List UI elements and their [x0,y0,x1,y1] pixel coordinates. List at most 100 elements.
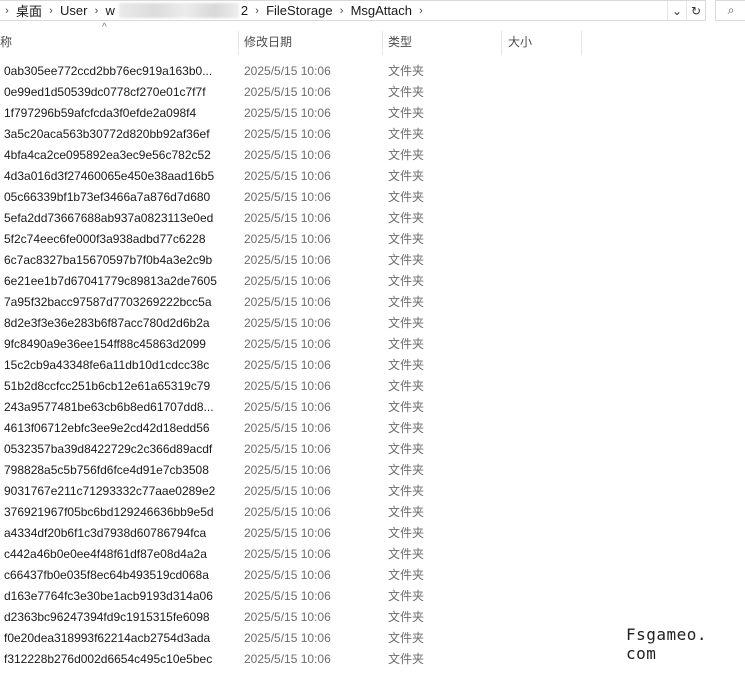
file-modified-date: 2025/5/15 10:06 [244,85,331,99]
column-divider[interactable] [581,31,582,55]
file-row[interactable]: c442a46b0e0ee4f48f61df87e08d4a2a 2025/5/1… [0,544,745,565]
file-modified-date: 2025/5/15 10:06 [244,652,331,666]
file-name: 4bfa4ca2ce095892ea3ec9e56c782c52 [4,148,211,162]
refresh-icon[interactable]: ↻ [686,1,705,20]
file-type: 文件夹 [388,484,425,498]
address-bar[interactable]: › 桌面 › User › w 2 › FileStorage › MsgAtta… [0,0,706,21]
file-name: 4613f06712ebfc3ee9e2cd42d18edd56 [4,421,210,435]
file-name: 243a9577481be63cb6b8ed61707dd8... [4,400,214,414]
column-divider[interactable] [382,31,383,55]
file-name: 5efa2dd73667688ab937a0823113e0ed [4,211,214,225]
file-row[interactable]: 4613f06712ebfc3ee9e2cd42d18edd56 2025/5/1… [0,418,745,439]
file-row[interactable]: 5efa2dd73667688ab937a0823113e0ed 2025/5/1… [0,208,745,229]
file-modified-date: 2025/5/15 10:06 [244,442,331,456]
chevron-right-icon[interactable]: › [250,5,264,17]
file-type: 文件夹 [388,274,425,288]
column-divider[interactable] [501,31,502,55]
file-row[interactable]: 6e21ee1b7d67041779c89813a2de7605 2025/5/1… [0,271,745,292]
file-type: 文件夹 [388,421,425,435]
file-row[interactable]: 9fc8490a9e36ee154ff88c45863d2099 2025/5/1… [0,334,745,355]
file-name: f0e20dea318993f62214acb2754d3ada [4,631,211,645]
file-name: f312228b276d002d6654c495c10e5bec [4,652,213,666]
file-row[interactable]: 376921967f05bc6bd129246636bb9e5d 2025/5/1… [0,502,745,523]
file-name: 798828a5c5b756fd6fce4d91e7cb3508 [4,463,209,477]
file-row[interactable]: 7a95f32bacc97587d7703269222bcc5a 2025/5/1… [0,292,745,313]
file-modified-date: 2025/5/15 10:06 [244,106,331,120]
file-row[interactable]: a4334df20b6f1c3d7938d60786794fca 2025/5/1… [0,523,745,544]
file-type: 文件夹 [388,106,425,120]
file-name: 4d3a016d3f27460065e450e38aad16b5 [4,169,215,183]
file-row[interactable]: 0ab305ee772ccd2bb76ec919a163b0... 2025/5/… [0,61,745,82]
file-type: 文件夹 [388,610,425,624]
chevron-right-icon[interactable]: › [335,5,349,17]
file-type: 文件夹 [388,337,425,351]
file-row[interactable]: 6c7ac8327ba15670597b7f0b4a3e2c9b 2025/5/1… [0,250,745,271]
file-row[interactable]: 9031767e211c71293332c77aae0289e2 2025/5/1… [0,481,745,502]
column-header-size[interactable]: 大小 [504,28,580,56]
file-name: 6e21ee1b7d67041779c89813a2de7605 [4,274,217,288]
file-type: 文件夹 [388,85,425,99]
file-row[interactable]: 4bfa4ca2ce095892ea3ec9e56c782c52 2025/5/1… [0,145,745,166]
column-header-date[interactable]: 修改日期 [240,28,380,56]
file-modified-date: 2025/5/15 10:06 [244,190,331,204]
file-row[interactable]: 8d2e3f3e36e283b6f87acc780d2d6b2a 2025/5/1… [0,313,745,334]
file-row[interactable]: 4d3a016d3f27460065e450e38aad16b5 2025/5/1… [0,166,745,187]
file-row[interactable]: 05c66339bf1b73ef3466a7a876d7d680 2025/5/1… [0,187,745,208]
file-row[interactable]: 5f2c74eec6fe000f3a938adbd77c6228 2025/5/1… [0,229,745,250]
file-type: 文件夹 [388,316,425,330]
column-header-type[interactable]: 类型 [384,28,500,56]
chevron-right-icon[interactable]: › [0,5,14,17]
file-row[interactable]: 1f797296b59afcfcda3f0efde2a098f4 2025/5/1… [0,103,745,124]
file-type: 文件夹 [388,526,425,540]
file-type: 文件夹 [388,211,425,225]
file-type: 文件夹 [388,64,425,78]
file-type: 文件夹 [388,652,425,666]
file-row[interactable]: 3a5c20aca563b30772d820bb92af36ef 2025/5/1… [0,124,745,145]
file-name: 9031767e211c71293332c77aae0289e2 [4,484,216,498]
file-modified-date: 2025/5/15 10:06 [244,547,331,561]
file-name: 1f797296b59afcfcda3f0efde2a098f4 [4,106,197,120]
file-modified-date: 2025/5/15 10:06 [244,505,331,519]
file-name: 05c66339bf1b73ef3466a7a876d7d680 [4,190,211,204]
file-type: 文件夹 [388,295,425,309]
column-header-name[interactable]: 称 [0,28,236,56]
column-divider[interactable] [238,31,239,55]
file-list: 0ab305ee772ccd2bb76ec919a163b0... 2025/5/… [0,61,745,670]
file-modified-date: 2025/5/15 10:06 [244,232,331,246]
breadcrumb-user[interactable]: User [58,3,89,18]
file-row[interactable]: 51b2d8ccfcc251b6cb12e61a65319c79 2025/5/1… [0,376,745,397]
file-row[interactable]: 798828a5c5b756fd6fce4d91e7cb3508 2025/5/1… [0,460,745,481]
breadcrumb-desktop[interactable]: 桌面 [14,1,44,20]
chevron-right-icon[interactable]: › [44,5,58,17]
file-modified-date: 2025/5/15 10:06 [244,316,331,330]
breadcrumb-msgattach[interactable]: MsgAttach [349,3,414,18]
file-name: 6c7ac8327ba15670597b7f0b4a3e2c9b [4,253,213,267]
file-row[interactable]: 0e99ed1d50539dc0778cf270e01c7f7f 2025/5/1… [0,82,745,103]
breadcrumb-account[interactable]: w [103,3,116,18]
file-type: 文件夹 [388,169,425,183]
chevron-right-icon[interactable]: › [414,5,428,17]
file-name: a4334df20b6f1c3d7938d60786794fca [4,526,207,540]
file-name: 5f2c74eec6fe000f3a938adbd77c6228 [4,232,206,246]
file-row[interactable]: c66437fb0e035f8ec64b493519cd068a 2025/5/1… [0,565,745,586]
file-modified-date: 2025/5/15 10:06 [244,169,331,183]
file-type: 文件夹 [388,631,425,645]
file-row[interactable]: 243a9577481be63cb6b8ed61707dd8... 2025/5/… [0,397,745,418]
file-type: 文件夹 [388,127,425,141]
file-modified-date: 2025/5/15 10:06 [244,127,331,141]
file-modified-date: 2025/5/15 10:06 [244,568,331,582]
breadcrumb-filestorage[interactable]: FileStorage [264,3,334,18]
file-name: c66437fb0e035f8ec64b493519cd068a [4,568,209,582]
file-row[interactable]: 0532357ba39d8422729c2c366d89acdf 2025/5/1… [0,439,745,460]
dropdown-chevron-icon[interactable]: ⌄ [667,1,686,20]
file-type: 文件夹 [388,148,425,162]
file-row[interactable]: d163e7764fc3e30be1acb9193d314a06 2025/5/1… [0,586,745,607]
file-row[interactable]: 15c2cb9a43348fe6a11db10d1cdcc38c 2025/5/1… [0,355,745,376]
file-type: 文件夹 [388,190,425,204]
search-box[interactable]: ⌕ [715,0,745,21]
file-type: 文件夹 [388,232,425,246]
chevron-right-icon[interactable]: › [89,5,103,17]
breadcrumb-account-suffix[interactable]: 2 [241,3,250,18]
file-type: 文件夹 [388,400,425,414]
file-type: 文件夹 [388,547,425,561]
